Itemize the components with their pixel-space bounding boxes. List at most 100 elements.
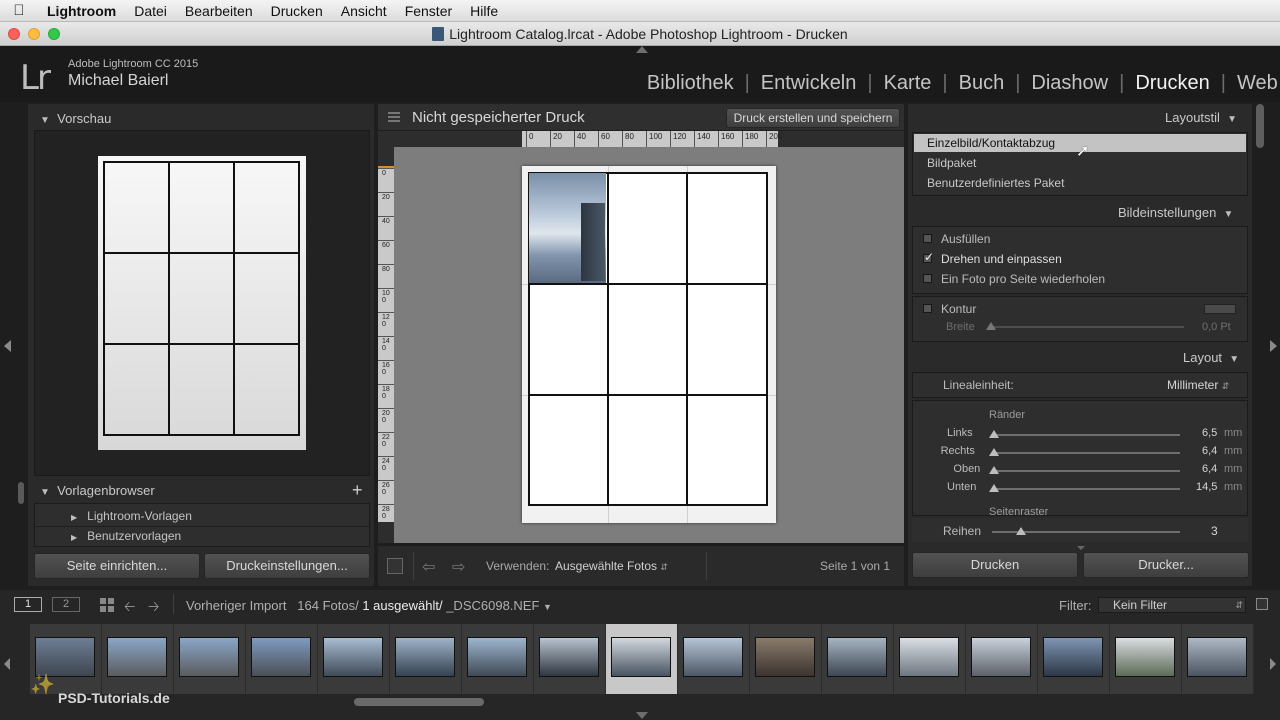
module-web[interactable]: Web	[1226, 72, 1280, 95]
module-develop[interactable]: Entwickeln	[750, 72, 868, 95]
forward-arrow-icon[interactable]: 🡢	[148, 596, 159, 620]
placed-photo[interactable]	[529, 173, 606, 283]
header-menu-icon[interactable]	[388, 112, 400, 122]
filmstrip-thumbnail[interactable]	[390, 624, 462, 694]
next-page-icon[interactable]: ⇨	[452, 557, 465, 577]
filmstrip-scrollbar[interactable]	[354, 698, 484, 706]
filmstrip-scroll-right-icon[interactable]	[1270, 658, 1276, 670]
module-print[interactable]: Drucken	[1124, 72, 1220, 95]
layout-style-custom-package[interactable]: Benutzerdefiniertes Paket	[927, 176, 1064, 190]
filmstrip-thumbnail[interactable]	[246, 624, 318, 694]
template-folder-label: Lightroom-Vorlagen	[87, 509, 192, 523]
stroke-color-swatch[interactable]	[1204, 304, 1236, 314]
collapse-filmstrip-icon[interactable]	[636, 712, 648, 719]
collapse-right-panel-icon[interactable]	[1270, 340, 1277, 352]
stroke-width-label: Breite	[946, 321, 975, 333]
add-template-icon[interactable]: +	[352, 480, 363, 501]
menu-file[interactable]: Datei	[125, 3, 176, 19]
filmstrip-thumbnail[interactable]	[750, 624, 822, 694]
menu-window[interactable]: Fenster	[396, 3, 461, 19]
collapse-left-panel-icon[interactable]	[4, 340, 11, 352]
filmstrip-thumbnail[interactable]	[606, 624, 678, 694]
thumbnail-image	[539, 637, 599, 677]
margin-0-slider[interactable]	[994, 434, 1180, 436]
menu-app[interactable]: Lightroom	[38, 3, 125, 19]
margin-0-value: 6,5	[1202, 427, 1218, 439]
back-arrow-icon[interactable]: 🡠	[124, 596, 135, 620]
page-bleed-toggle[interactable]	[387, 558, 403, 574]
preview-page	[98, 156, 306, 450]
filmstrip-scroll-left-icon[interactable]	[4, 658, 10, 670]
ruler-tick	[378, 312, 394, 313]
stroke-width-slider-knob[interactable]	[986, 322, 996, 330]
module-slideshow[interactable]: Diashow	[1020, 72, 1119, 95]
margin-3-slider[interactable]	[994, 488, 1180, 490]
use-label: Verwenden:	[486, 559, 550, 573]
margin-1-slider-knob[interactable]	[989, 448, 999, 456]
margins-title: Ränder	[989, 409, 1026, 421]
stroke-label: Kontur	[941, 302, 977, 316]
module-library[interactable]: Bibliothek	[636, 72, 745, 95]
layout-style-header[interactable]: Layoutstil ▼	[1165, 110, 1237, 125]
module-book[interactable]: Buch	[948, 72, 1016, 95]
preview-header[interactable]: ▼ Vorschau	[40, 111, 111, 126]
left-panel-scrollbar[interactable]	[18, 482, 24, 504]
margin-3-slider-knob[interactable]	[989, 484, 999, 492]
filmstrip-thumbnail[interactable]	[966, 624, 1038, 694]
menu-edit[interactable]: Bearbeiten	[176, 3, 262, 19]
filmstrip-source[interactable]: Vorheriger Import 164 Fotos/ 1 ausgewähl…	[186, 598, 552, 613]
filmstrip-thumbnail[interactable]	[1182, 624, 1254, 694]
use-selector[interactable]: Ausgewählte Fotos ⇵	[555, 559, 668, 573]
layout-header[interactable]: Layout ▼	[1183, 350, 1239, 365]
rows-slider-knob[interactable]	[1016, 527, 1026, 535]
menu-print[interactable]: Drucken	[262, 3, 332, 19]
margin-2-slider-knob[interactable]	[989, 466, 999, 474]
filmstrip-thumbnail[interactable]	[894, 624, 966, 694]
filmstrip-thumbnail[interactable]	[1038, 624, 1110, 694]
rotate-to-fit-checkbox[interactable]: ✓ Drehen und einpassen	[923, 250, 1062, 266]
fill-checkbox[interactable]: Ausfüllen	[923, 232, 990, 246]
stroke-checkbox[interactable]: Kontur	[923, 302, 976, 316]
filmstrip-thumbnail[interactable]	[1110, 624, 1182, 694]
filmstrip-thumbnail[interactable]	[174, 624, 246, 694]
right-panel-scrollbar[interactable]	[1256, 104, 1264, 148]
print-settings-button[interactable]: Druckeinstellungen...	[204, 553, 370, 579]
stroke-width-slider[interactable]	[990, 326, 1184, 328]
filter-lock-icon[interactable]	[1256, 598, 1268, 610]
template-browser-header[interactable]: ▼ Vorlagenbrowser	[40, 483, 155, 498]
filter-selector[interactable]: Kein Filter ⇵	[1098, 597, 1246, 613]
template-folder-lightroom[interactable]: ▶ Lightroom-Vorlagen	[71, 509, 192, 523]
print-button[interactable]: Drucken	[912, 552, 1078, 578]
filmstrip-thumbnail[interactable]	[462, 624, 534, 694]
image-settings-header[interactable]: Bildeinstellungen ▼	[1118, 205, 1233, 220]
filmstrip-thumbnail[interactable]	[678, 624, 750, 694]
previous-page-icon[interactable]: ⇦	[422, 557, 435, 577]
margin-2-value: 6,4	[1202, 463, 1218, 475]
margin-1-slider[interactable]	[994, 452, 1180, 454]
filmstrip-thumbnail[interactable]	[822, 624, 894, 694]
second-window-button[interactable]: 2	[52, 597, 80, 612]
filmstrip-thumbnail[interactable]	[102, 624, 174, 694]
create-saved-print-button[interactable]: Druck erstellen und speichern	[726, 108, 900, 128]
menu-help[interactable]: Hilfe	[461, 3, 507, 19]
main-window-button[interactable]: 1	[14, 597, 42, 612]
apple-icon[interactable]: 	[0, 2, 38, 19]
margin-0-slider-knob[interactable]	[989, 430, 999, 438]
template-folder-user[interactable]: ▶ Benutzervorlagen	[71, 529, 181, 543]
printer-button[interactable]: Drucker...	[1083, 552, 1249, 578]
page-setup-button[interactable]: Seite einrichten...	[34, 553, 200, 579]
ruler-tick	[742, 131, 743, 147]
ruler-tick	[378, 384, 394, 385]
menu-view[interactable]: Ansicht	[332, 3, 396, 19]
ruler-units-selector[interactable]: Millimeter ⇵	[1167, 378, 1229, 392]
module-map[interactable]: Karte	[873, 72, 943, 95]
grid-view-icon[interactable]	[100, 598, 114, 612]
filmstrip-thumbnail[interactable]	[318, 624, 390, 694]
layout-style-picture-package[interactable]: Bildpaket	[927, 156, 976, 170]
collapse-triangle-icon: ▼	[40, 487, 50, 498]
collapse-top-panel-icon[interactable]	[636, 46, 648, 53]
margin-2-slider[interactable]	[994, 470, 1180, 472]
vertical-ruler: 0 20 40 60 80 100 120 140 160 180 200 220 240 260 280	[378, 166, 394, 522]
filmstrip-thumbnail[interactable]	[534, 624, 606, 694]
repeat-photo-checkbox[interactable]: Ein Foto pro Seite wiederholen	[923, 272, 1105, 286]
